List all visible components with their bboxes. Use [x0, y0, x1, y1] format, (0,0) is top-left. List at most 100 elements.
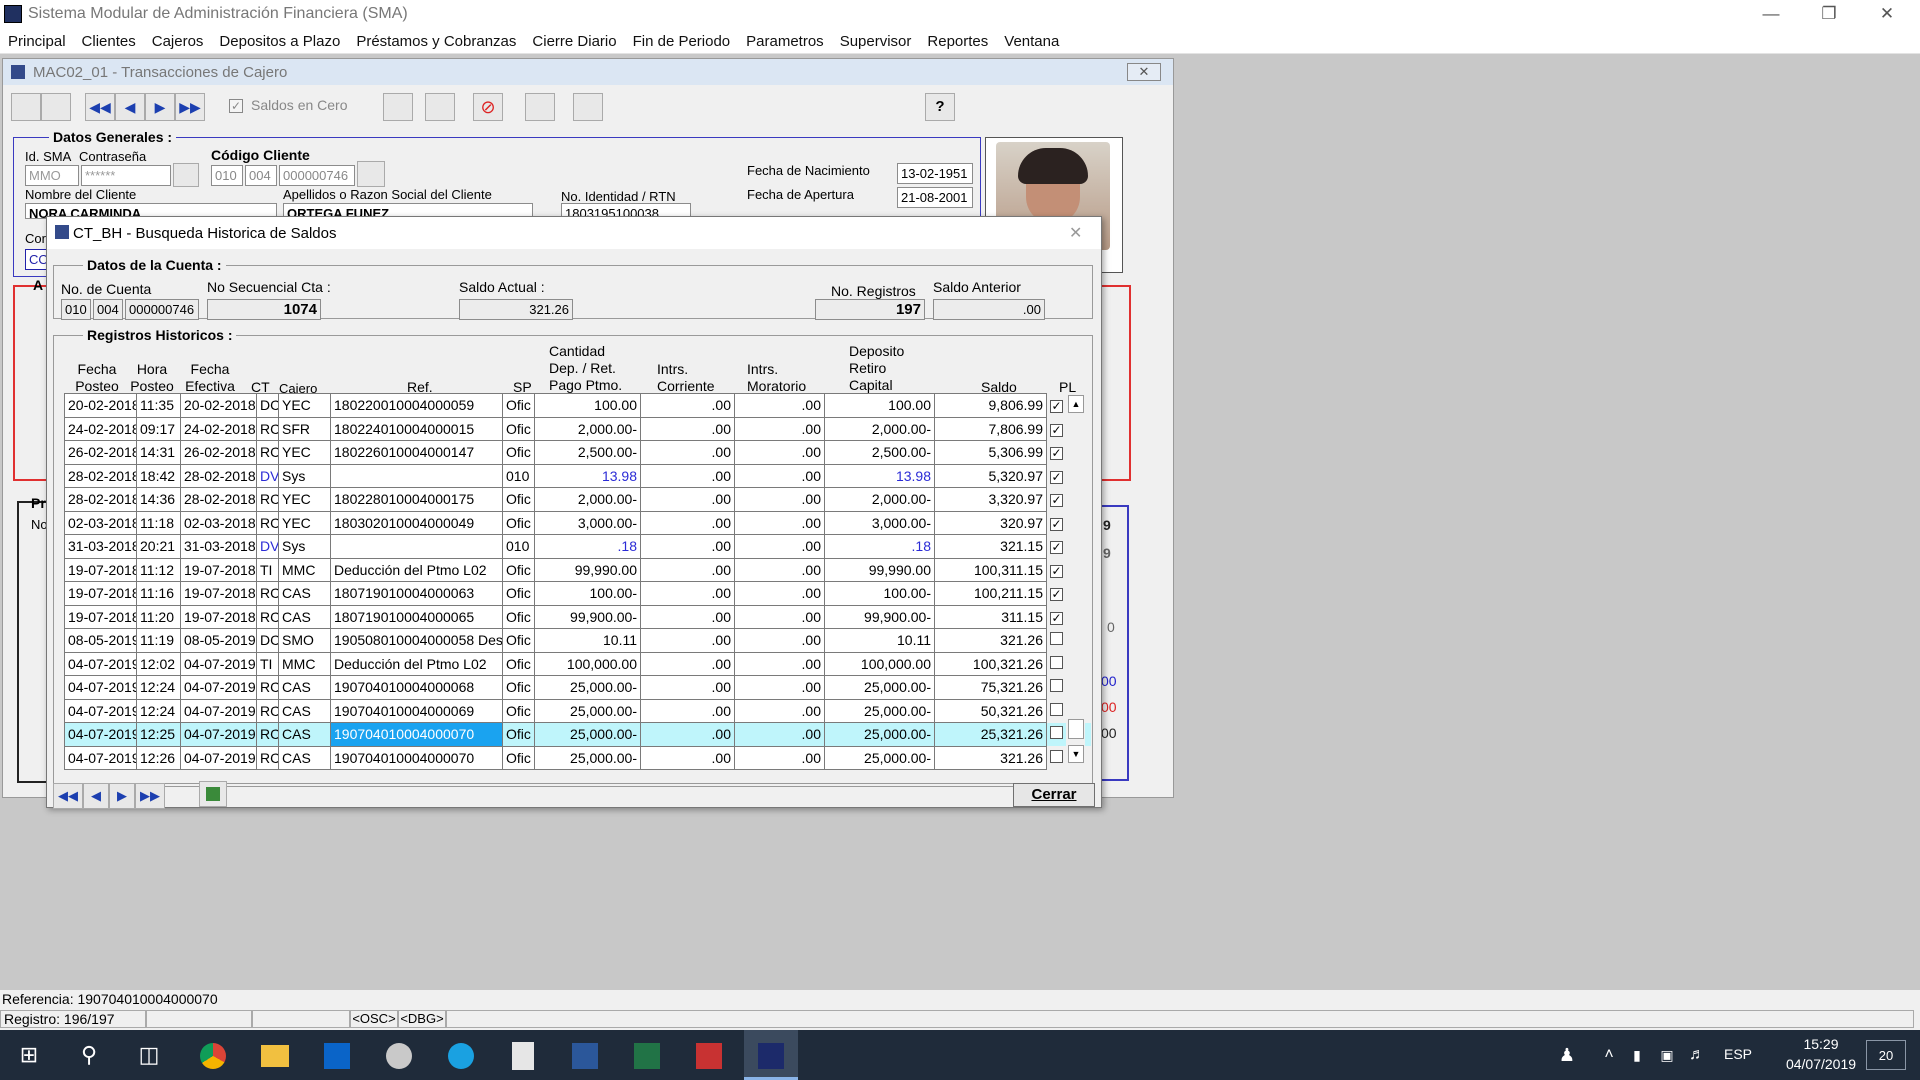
- cell-hora-posteo[interactable]: 14:31: [136, 440, 181, 465]
- cell-sp[interactable]: 010: [502, 534, 535, 559]
- saldo-actual-field[interactable]: 321.26: [459, 299, 573, 320]
- cell-deposito[interactable]: 100.00-: [824, 581, 935, 606]
- cell-saldo[interactable]: 321.26: [934, 745, 1047, 770]
- cell-hora-posteo[interactable]: 11:18: [136, 510, 181, 535]
- cell-fecha-efectiva[interactable]: 28-02-2018: [180, 463, 257, 488]
- cell-cajero[interactable]: CAS: [278, 698, 331, 723]
- pl-checkbox[interactable]: ✓: [1050, 564, 1063, 578]
- search-icon[interactable]: ⚲: [62, 1030, 116, 1080]
- history-row[interactable]: 02-03-2018 11:18 02-03-2018 RC YEC 1803020100…: [64, 510, 1091, 535]
- history-row[interactable]: 26-02-2018 14:31 26-02-2018 RC YEC 1802260100…: [64, 440, 1091, 465]
- first-record-icon[interactable]: ◀◀: [85, 93, 115, 121]
- menu-clientes[interactable]: Clientes: [74, 30, 144, 52]
- cell-ref[interactable]: [330, 463, 503, 488]
- prev-record-icon[interactable]: ◀: [115, 93, 145, 121]
- cell-intrs-corriente[interactable]: .00: [640, 463, 735, 488]
- menu-prestamos[interactable]: Préstamos y Cobranzas: [348, 30, 524, 52]
- close-button[interactable]: ✕: [1858, 0, 1916, 30]
- cell-fecha-posteo[interactable]: 04-07-2019: [64, 675, 137, 700]
- toolbar-edit-icon[interactable]: [41, 93, 71, 121]
- id-sma-field[interactable]: MMO: [25, 165, 79, 186]
- pl-checkbox[interactable]: [1050, 702, 1063, 716]
- cell-ref[interactable]: 180226010004000147: [330, 440, 503, 465]
- cell-fecha-efectiva[interactable]: 19-07-2018: [180, 557, 257, 582]
- chrome-icon[interactable]: [186, 1030, 240, 1080]
- cell-intrs-corriente[interactable]: .00: [640, 416, 735, 441]
- cell-deposito[interactable]: 25,000.00-: [824, 698, 935, 723]
- history-row[interactable]: 24-02-2018 09:17 24-02-2018 RC SFR 1802240100…: [64, 416, 1091, 441]
- cell-cajero[interactable]: CAS: [278, 604, 331, 629]
- cell-deposito[interactable]: 99,990.00: [824, 557, 935, 582]
- cell-cajero[interactable]: CAS: [278, 675, 331, 700]
- cell-cajero[interactable]: Sys: [278, 534, 331, 559]
- monitor-icon[interactable]: [383, 93, 413, 121]
- grid-scrollbar[interactable]: ▲ ▼: [1067, 393, 1085, 767]
- cell-hora-posteo[interactable]: 11:19: [136, 628, 181, 653]
- cell-ref[interactable]: 180719010004000065: [330, 604, 503, 629]
- cell-fecha-efectiva[interactable]: 04-07-2019: [180, 651, 257, 676]
- cell-deposito[interactable]: 2,000.00-: [824, 416, 935, 441]
- chevron-up-icon[interactable]: ˄: [1594, 1030, 1624, 1080]
- cell-hora-posteo[interactable]: 11:35: [136, 393, 181, 418]
- cell-intrs-corriente[interactable]: .00: [640, 534, 735, 559]
- cell-fecha-posteo[interactable]: 28-02-2018: [64, 463, 137, 488]
- cell-cajero[interactable]: Sys: [278, 463, 331, 488]
- cell-ref[interactable]: 180224010004000015: [330, 416, 503, 441]
- cell-cantidad[interactable]: 25,000.00-: [534, 698, 641, 723]
- cell-intrs-moratorio[interactable]: .00: [734, 698, 825, 723]
- cell-fecha-efectiva[interactable]: 04-07-2019: [180, 745, 257, 770]
- cajero-close-icon[interactable]: ✕: [1127, 63, 1161, 81]
- cell-saldo[interactable]: 3,320.97: [934, 487, 1047, 512]
- exit-door-icon[interactable]: [573, 93, 603, 121]
- cell-saldo[interactable]: 25,321.26: [934, 722, 1047, 747]
- cell-ct[interactable]: DV: [256, 534, 279, 559]
- cell-intrs-corriente[interactable]: .00: [640, 487, 735, 512]
- no-cuenta-part3[interactable]: 000000746: [125, 299, 199, 320]
- cell-ref[interactable]: 190704010004000068: [330, 675, 503, 700]
- pl-checkbox[interactable]: [1050, 632, 1063, 646]
- cell-fecha-efectiva[interactable]: 19-07-2018: [180, 581, 257, 606]
- cell-ref[interactable]: Deducción del Ptmo L02: [330, 557, 503, 582]
- cell-deposito[interactable]: 25,000.00-: [824, 722, 935, 747]
- pl-checkbox[interactable]: [1050, 655, 1063, 669]
- file-explorer-icon[interactable]: [248, 1030, 302, 1080]
- cell-saldo[interactable]: 321.15: [934, 534, 1047, 559]
- cell-intrs-moratorio[interactable]: .00: [734, 534, 825, 559]
- cell-intrs-moratorio[interactable]: .00: [734, 557, 825, 582]
- word-icon[interactable]: [558, 1030, 612, 1080]
- clock-time[interactable]: 15:29: [1790, 1036, 1852, 1052]
- cell-fecha-efectiva[interactable]: 31-03-2018: [180, 534, 257, 559]
- cell-fecha-efectiva[interactable]: 28-02-2018: [180, 487, 257, 512]
- cell-intrs-moratorio[interactable]: .00: [734, 722, 825, 747]
- cell-fecha-posteo[interactable]: 08-05-2019: [64, 628, 137, 653]
- pl-checkbox[interactable]: ✓: [1050, 423, 1063, 437]
- cell-ref[interactable]: 190508010004000058 Desc: [330, 628, 503, 653]
- cell-ct[interactable]: RC: [256, 510, 279, 535]
- cell-intrs-moratorio[interactable]: .00: [734, 416, 825, 441]
- scroll-up-icon[interactable]: ▲: [1068, 395, 1084, 413]
- cell-cajero[interactable]: YEC: [278, 440, 331, 465]
- cell-fecha-posteo[interactable]: 04-07-2019: [64, 651, 137, 676]
- cell-cantidad[interactable]: 13.98: [534, 463, 641, 488]
- cell-ref[interactable]: 180719010004000063: [330, 581, 503, 606]
- save-icon[interactable]: [525, 93, 555, 121]
- cell-ct[interactable]: RC: [256, 487, 279, 512]
- no-registros-field[interactable]: 197: [815, 299, 925, 320]
- people-icon[interactable]: ♟: [1540, 1030, 1594, 1080]
- cell-sp[interactable]: Ofic: [502, 628, 535, 653]
- cell-cantidad[interactable]: 10.11: [534, 628, 641, 653]
- password-field[interactable]: ******: [81, 165, 171, 186]
- menu-ventana[interactable]: Ventana: [996, 30, 1067, 52]
- toolbar-new-icon[interactable]: [11, 93, 41, 121]
- cell-cajero[interactable]: SFR: [278, 416, 331, 441]
- cell-intrs-moratorio[interactable]: .00: [734, 440, 825, 465]
- cell-deposito[interactable]: 2,500.00-: [824, 440, 935, 465]
- cell-intrs-corriente[interactable]: .00: [640, 651, 735, 676]
- cell-intrs-corriente[interactable]: .00: [640, 698, 735, 723]
- sma-app-icon[interactable]: [744, 1030, 798, 1080]
- cell-intrs-moratorio[interactable]: .00: [734, 487, 825, 512]
- clock-date[interactable]: 04/07/2019: [1776, 1056, 1866, 1072]
- cell-fecha-posteo[interactable]: 04-07-2019: [64, 745, 137, 770]
- pl-checkbox[interactable]: [1050, 749, 1064, 763]
- cell-deposito[interactable]: 10.11: [824, 628, 935, 653]
